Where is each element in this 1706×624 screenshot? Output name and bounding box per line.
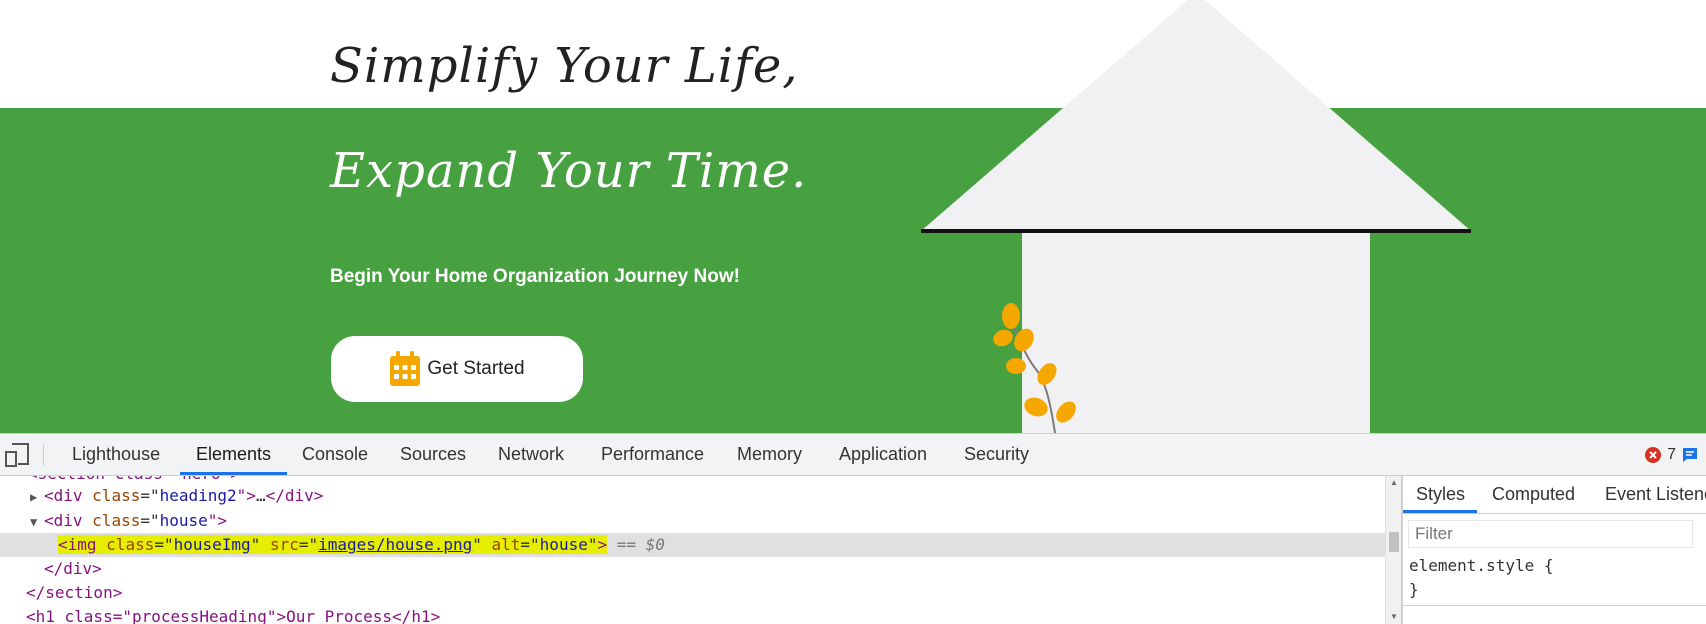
tab-application[interactable]: Application: [837, 434, 929, 475]
tab-computed[interactable]: Computed: [1492, 476, 1575, 513]
tab-console[interactable]: Console: [300, 434, 370, 475]
error-count: 7: [1667, 445, 1676, 463]
get-started-button[interactable]: Get Started: [331, 336, 583, 402]
hero-heading-line1: Simplify Your Life,: [330, 38, 799, 94]
leaf-cluster: [993, 303, 1076, 423]
active-tab-indicator: [180, 472, 287, 475]
expand-triangle-icon[interactable]: ▶: [30, 485, 44, 509]
devtools-tabbar: Lighthouse Elements Console Sources Network P…: [0, 434, 1706, 476]
hero-heading-line2: Expand Your Time.: [330, 143, 808, 199]
tab-styles[interactable]: Styles: [1416, 476, 1465, 513]
dom-line-house[interactable]: ▼ <div class="house">: [0, 509, 1385, 533]
dom-line-process-heading[interactable]: <h1 class="processHeading">Our Process</…: [0, 605, 1385, 624]
get-started-label: Get Started: [427, 358, 525, 379]
styles-filter-input[interactable]: [1408, 520, 1693, 548]
dom-line-houseimg-selected[interactable]: <img class="houseImg" src="images/house.…: [0, 533, 1385, 557]
tabbar-separator: [43, 444, 44, 466]
tab-sources[interactable]: Sources: [398, 434, 468, 475]
house-roof: [921, 0, 1471, 231]
error-icon: [1645, 446, 1662, 463]
styles-section-divider: [1403, 605, 1706, 606]
device-toolbar-icon[interactable]: [4, 442, 30, 468]
tab-performance[interactable]: Performance: [599, 434, 706, 475]
styles-tab-indicator: [1403, 510, 1477, 513]
message-icon: [1683, 447, 1697, 462]
issues-counter[interactable]: 7: [1645, 434, 1698, 475]
tab-security[interactable]: Security: [962, 434, 1031, 475]
src-link[interactable]: images/house.png: [318, 535, 472, 554]
website-viewport: Simplify Your Life, Expand Your Time. Be…: [0, 0, 1706, 433]
house-illustration: [921, 0, 1471, 433]
element-style-close: }: [1409, 580, 1419, 599]
dom-line-heading2[interactable]: ▶ <div class="heading2">…</div>: [0, 484, 1385, 508]
dom-scrollbar[interactable]: ▲ ▼: [1385, 476, 1402, 624]
devtools-panel: Lighthouse Elements Console Sources Network P…: [0, 433, 1706, 624]
dom-line-div-close[interactable]: </div>: [0, 557, 1385, 581]
calendar-icon: [390, 351, 421, 386]
tab-memory[interactable]: Memory: [735, 434, 804, 475]
elements-dom-tree[interactable]: <section class="hero"> ▶<div class="head…: [0, 476, 1385, 624]
plant-icon: [993, 303, 1076, 433]
tab-network[interactable]: Network: [496, 434, 566, 475]
tab-event-listeners[interactable]: Event Listeners: [1605, 476, 1706, 513]
scroll-up-icon[interactable]: ▲: [1390, 478, 1398, 487]
element-style-open[interactable]: element.style {: [1409, 556, 1554, 575]
scrollbar-thumb[interactable]: [1389, 532, 1399, 552]
tab-lighthouse[interactable]: Lighthouse: [70, 434, 162, 475]
styles-sidebar: Styles Computed Event Listeners element.…: [1403, 476, 1706, 624]
tab-elements[interactable]: Elements: [194, 434, 273, 475]
styles-tabbar: Styles Computed Event Listeners: [1403, 476, 1706, 514]
hero-subheading: Begin Your Home Organization Journey Now…: [330, 266, 740, 287]
dom-line-section-close[interactable]: </section>: [0, 581, 1385, 605]
scroll-down-icon[interactable]: ▼: [1390, 612, 1398, 621]
collapse-triangle-icon[interactable]: ▼: [30, 510, 44, 534]
